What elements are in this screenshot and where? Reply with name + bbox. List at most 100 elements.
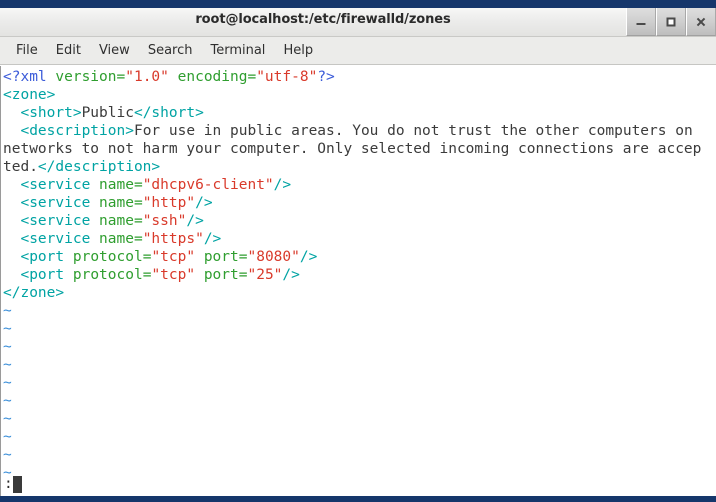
terminal-window: root@localhost:/etc/firewalld/zones File… [0, 0, 716, 502]
desktop-top-bar [0, 0, 716, 8]
window-controls [626, 8, 716, 37]
code-token: protocol= [72, 267, 152, 283]
close-button[interactable] [686, 8, 716, 36]
editor-empty-line-marker: ~ [3, 339, 12, 355]
editor-empty-line-marker: ~ [3, 303, 12, 319]
code-token: <zone> [3, 87, 56, 103]
editor-line: <description>For use in public areas. Yo… [3, 122, 716, 140]
menu-item-terminal[interactable]: Terminal [201, 41, 274, 60]
code-token: ?> [317, 69, 335, 85]
editor-line: networks to not harm your computer. Only… [3, 140, 716, 158]
code-token: <service [20, 231, 100, 247]
editor-empty-line-marker: ~ [3, 357, 12, 373]
code-token: version= [55, 69, 126, 85]
code-token: <description> [20, 123, 134, 139]
command-prompt: : [4, 476, 13, 492]
editor-line: <service name="dhcpv6-client"/> [3, 176, 716, 194]
editor-line: <port protocol="tcp" port="8080"/> [3, 248, 716, 266]
vim-command-line[interactable]: : [1, 474, 716, 494]
editor-line: <port protocol="tcp" port="25"/> [3, 266, 716, 284]
code-token: /> [273, 177, 292, 193]
code-token: <service [20, 177, 100, 193]
code-token: name= [99, 195, 143, 211]
code-token: /> [195, 195, 213, 211]
text-cursor [12, 475, 22, 493]
menu-item-help[interactable]: Help [274, 41, 322, 60]
editor-line: <service name="https"/> [3, 230, 716, 248]
code-token: name= [99, 177, 143, 193]
window-title: root@localhost:/etc/firewalld/zones [195, 12, 451, 27]
editor-line: </zone> [3, 284, 716, 302]
code-token: name= [99, 213, 143, 229]
code-token: <?xml [3, 69, 56, 85]
code-token: "ssh" [142, 213, 187, 229]
code-token: </short> [133, 105, 204, 121]
code-token: <service [20, 213, 100, 229]
code-token: Public [81, 105, 134, 121]
editor-empty-line-marker: ~ [3, 447, 12, 463]
code-token: "https" [142, 231, 204, 247]
code-token: "tcp" [151, 267, 196, 283]
maximize-button[interactable] [656, 8, 686, 36]
close-icon [696, 17, 706, 27]
code-token: "http" [142, 195, 196, 211]
code-token: "8080" [247, 249, 300, 265]
code-token: </zone> [3, 285, 65, 301]
code-token: name= [99, 231, 143, 247]
code-token: /> [282, 267, 300, 283]
code-token: <port [20, 249, 73, 265]
editor-line: <service name="ssh"/> [3, 212, 716, 230]
menu-item-file[interactable]: File [7, 41, 47, 60]
code-token: /> [299, 249, 318, 265]
editor-empty-line-marker: ~ [3, 375, 12, 391]
code-token: encoding= [177, 69, 257, 85]
code-token: "dhcpv6-client" [142, 177, 274, 193]
code-token: "tcp" [151, 249, 196, 265]
code-token: <short> [20, 105, 82, 121]
code-token: /> [203, 231, 222, 247]
window-titlebar[interactable]: root@localhost:/etc/firewalld/zones [0, 8, 716, 37]
maximize-icon [666, 17, 676, 26]
terminal-screen[interactable]: <?xml version="1.0" encoding="utf-8"?> <z… [0, 66, 716, 502]
menu-item-search[interactable]: Search [139, 41, 202, 60]
editor-empty-line-marker: ~ [3, 411, 12, 427]
editor-buffer: <?xml version="1.0" encoding="utf-8"?> <z… [1, 66, 716, 482]
minimize-icon [636, 23, 646, 26]
code-token: "25" [247, 267, 283, 283]
code-token: "1.0" [125, 69, 169, 85]
desktop-bottom-bar [0, 496, 716, 502]
editor-empty-line-marker: ~ [3, 429, 12, 445]
editor-line: <short>Public</short> [3, 104, 716, 122]
code-token: "utf-8" [256, 69, 318, 85]
editor-line: <service name="http"/> [3, 194, 716, 212]
code-token: <port [20, 267, 73, 283]
minimize-button[interactable] [626, 8, 656, 36]
editor-line: ted.</description> [3, 158, 716, 176]
editor-line: <zone> [3, 86, 716, 104]
menu-item-view[interactable]: View [90, 41, 139, 60]
code-token: networks to not harm your computer. Only… [3, 141, 702, 157]
code-token: port= [203, 249, 248, 265]
editor-line: <?xml version="1.0" encoding="utf-8"?> [3, 68, 716, 86]
code-token: ted. [3, 159, 38, 175]
code-token: </description> [37, 159, 161, 175]
menu-item-edit[interactable]: Edit [47, 41, 90, 60]
code-token: protocol= [72, 249, 152, 265]
code-token: <service [20, 195, 100, 211]
code-token: /> [186, 213, 204, 229]
menu-bar: File Edit View Search Terminal Help [0, 37, 716, 65]
code-token: port= [203, 267, 248, 283]
code-token: For use in public areas. You do not trus… [133, 123, 702, 139]
editor-empty-line-marker: ~ [3, 321, 12, 337]
